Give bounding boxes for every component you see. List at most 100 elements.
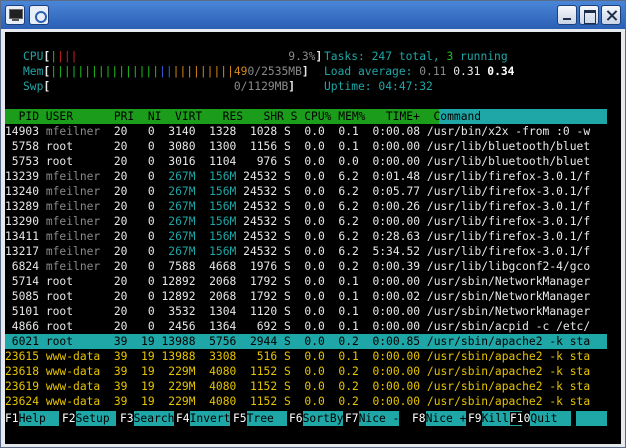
pri-cell: 20 [107, 275, 128, 288]
process-row[interactable]: 23619 www-data 39 19 229M 4080 1152 S 0.… [5, 379, 590, 394]
fkey-f8[interactable]: F8Nice + [412, 411, 467, 426]
pid-cell: 23619 [5, 380, 40, 393]
process-row[interactable]: 5753 root 20 0 3016 1104 976 S 0.0 0.0 0… [5, 154, 590, 169]
close-button[interactable] [601, 5, 621, 25]
user-cell: mfeilner [45, 245, 108, 258]
process-row[interactable]: 13289 mfeilner 20 0 267M 156M 24532 S 0.… [5, 199, 590, 214]
function-key-bar: F1Help F2Setup F3Search F4Invert F5Tree F6… [5, 411, 621, 426]
command-cell: /usr/lib/firefox-3.0.1/f [426, 170, 591, 183]
pri-cell: 20 [107, 125, 128, 138]
user-cell: mfeilner [45, 185, 108, 198]
command-cell: /usr/bin/x2x -from :0 -w [426, 125, 591, 138]
fkey-number: F8 [412, 412, 426, 425]
pid-cell: 5101 [5, 305, 40, 318]
fkey-label: Tree [246, 411, 288, 426]
fkey-number: F6 [289, 412, 303, 425]
pri-cell: 20 [107, 215, 128, 228]
fkey-number: F3 [120, 412, 134, 425]
command-cell: /usr/lib/bluetooth/bluet [426, 140, 591, 153]
command-cell: /usr/sbin/apache2 -k sta [426, 380, 591, 393]
pri-cell: 39 [107, 380, 128, 393]
ni-cell: 0 [127, 245, 155, 258]
process-row[interactable]: 5758 root 20 0 3080 1300 1156 S 0.0 0.1 … [5, 139, 590, 154]
command-cell: /usr/sbin/NetworkManager [426, 290, 591, 303]
ni-cell: 0 [127, 275, 155, 288]
command-column-header[interactable]: Command [433, 110, 481, 123]
user-cell: mfeilner [45, 125, 108, 138]
minimize-button[interactable] [557, 5, 577, 25]
process-row[interactable]: 13239 mfeilner 20 0 267M 156M 24532 S 0.… [5, 169, 590, 184]
ni-cell: 19 [127, 335, 155, 348]
process-row[interactable]: 6824 mfeilner 20 0 7588 4668 1976 S 0.0 … [5, 259, 590, 274]
process-row[interactable]: 13290 mfeilner 20 0 267M 156M 24532 S 0.… [5, 214, 590, 229]
fkey-f7[interactable]: F7Nice - [345, 411, 400, 426]
pri-cell: 20 [107, 245, 128, 258]
fkey-f2[interactable]: F2Setup [62, 411, 117, 426]
user-cell: mfeilner [45, 200, 108, 213]
pri-cell: 20 [107, 140, 128, 153]
fkey-f3[interactable]: F3Search [120, 411, 175, 426]
process-row[interactable]: 6021 root 39 19 13988 5756 2944 S 0.0 0.… [5, 334, 590, 349]
ni-cell: 0 [127, 140, 155, 153]
pid-cell: 5758 [5, 140, 40, 153]
pri-cell: 20 [107, 260, 128, 273]
pri-cell: 20 [107, 200, 128, 213]
pid-cell: 13290 [5, 215, 40, 228]
command-cell: /usr/lib/libgconf2-4/gco [426, 260, 591, 273]
fkey-label: Nice + [425, 411, 467, 426]
process-row[interactable]: 5101 root 20 0 3532 1304 1120 S 0.0 0.1 … [5, 304, 590, 319]
process-row[interactable]: 13411 mfeilner 20 0 267M 156M 24532 S 0.… [5, 229, 590, 244]
ni-cell: 0 [127, 155, 155, 168]
window-menu-icon[interactable] [29, 5, 49, 25]
ni-cell: 0 [127, 185, 155, 198]
fkey-number: F5 [233, 412, 247, 425]
terminal-icon[interactable] [5, 5, 25, 25]
process-row[interactable]: 5085 root 20 0 12892 2068 1792 S 0.0 0.1… [5, 289, 590, 304]
fkey-f5[interactable]: F5Tree [233, 411, 288, 426]
command-cell: /usr/lib/bluetooth/bluet [426, 155, 591, 168]
cpu-meter: CPU[|||| 9.3%] [23, 50, 323, 63]
fkey-f6[interactable]: F6SortBy [289, 411, 344, 426]
process-row[interactable]: 23624 www-data 39 19 229M 4080 1152 S 0.… [5, 394, 590, 409]
user-cell: mfeilner [45, 170, 108, 183]
command-cell: /usr/sbin/apache2 -k sta [426, 350, 591, 363]
maximize-button[interactable] [579, 5, 599, 25]
pri-cell: 20 [107, 230, 128, 243]
pri-cell: 39 [107, 350, 128, 363]
pid-cell: 23618 [5, 365, 40, 378]
process-row[interactable]: 13240 mfeilner 20 0 267M 156M 24532 S 0.… [5, 184, 590, 199]
pid-cell: 23615 [5, 350, 40, 363]
title-bar[interactable] [1, 1, 625, 29]
pid-cell: 13240 [5, 185, 40, 198]
fkey-number: F7 [345, 412, 359, 425]
process-row[interactable]: 13217 mfeilner 20 0 267M 156M 24532 S 0.… [5, 244, 590, 259]
ni-cell: 19 [127, 395, 155, 408]
user-cell: root [45, 155, 108, 168]
pri-cell: 20 [107, 155, 128, 168]
uptime: Uptime: 04:47:32 [324, 80, 433, 93]
htop-terminal[interactable]: CPU[|||| 9.3%] Mem[|||||||||||||||||||||… [5, 32, 621, 444]
user-cell: root [45, 140, 108, 153]
fkey-f10[interactable]: F10Quit [510, 411, 572, 426]
pri-cell: 20 [107, 320, 128, 333]
fkey-label: Setup [75, 411, 117, 426]
process-row[interactable]: 5714 root 20 0 12892 2068 1792 S 0.0 0.1… [5, 274, 590, 289]
ni-cell: 19 [127, 380, 155, 393]
process-row[interactable]: 4866 root 20 0 2456 1364 692 S 0.0 0.1 0… [5, 319, 590, 334]
pid-cell: 13411 [5, 230, 40, 243]
pid-cell: 6021 [5, 335, 40, 348]
pid-cell: 13289 [5, 200, 40, 213]
ni-cell: 0 [127, 260, 155, 273]
user-cell: mfeilner [45, 215, 108, 228]
process-row[interactable]: 14903 mfeilner 20 0 3140 1328 1028 S 0.0… [5, 124, 590, 139]
fkey-f1[interactable]: F1Help [5, 411, 60, 426]
pid-cell: 5753 [5, 155, 40, 168]
pid-cell: 14903 [5, 125, 40, 138]
process-row[interactable]: 23615 www-data 39 19 13988 3308 516 S 0.… [5, 349, 590, 364]
ni-cell: 0 [127, 320, 155, 333]
pid-cell: 6824 [5, 260, 40, 273]
user-cell: mfeilner [45, 260, 108, 273]
fkey-f4[interactable]: F4Invert [176, 411, 231, 426]
process-row[interactable]: 23618 www-data 39 19 229M 4080 1152 S 0.… [5, 364, 590, 379]
column-headers[interactable]: PID USER PRI NI VIRT RES SHR S CPU% MEM%… [5, 109, 482, 124]
